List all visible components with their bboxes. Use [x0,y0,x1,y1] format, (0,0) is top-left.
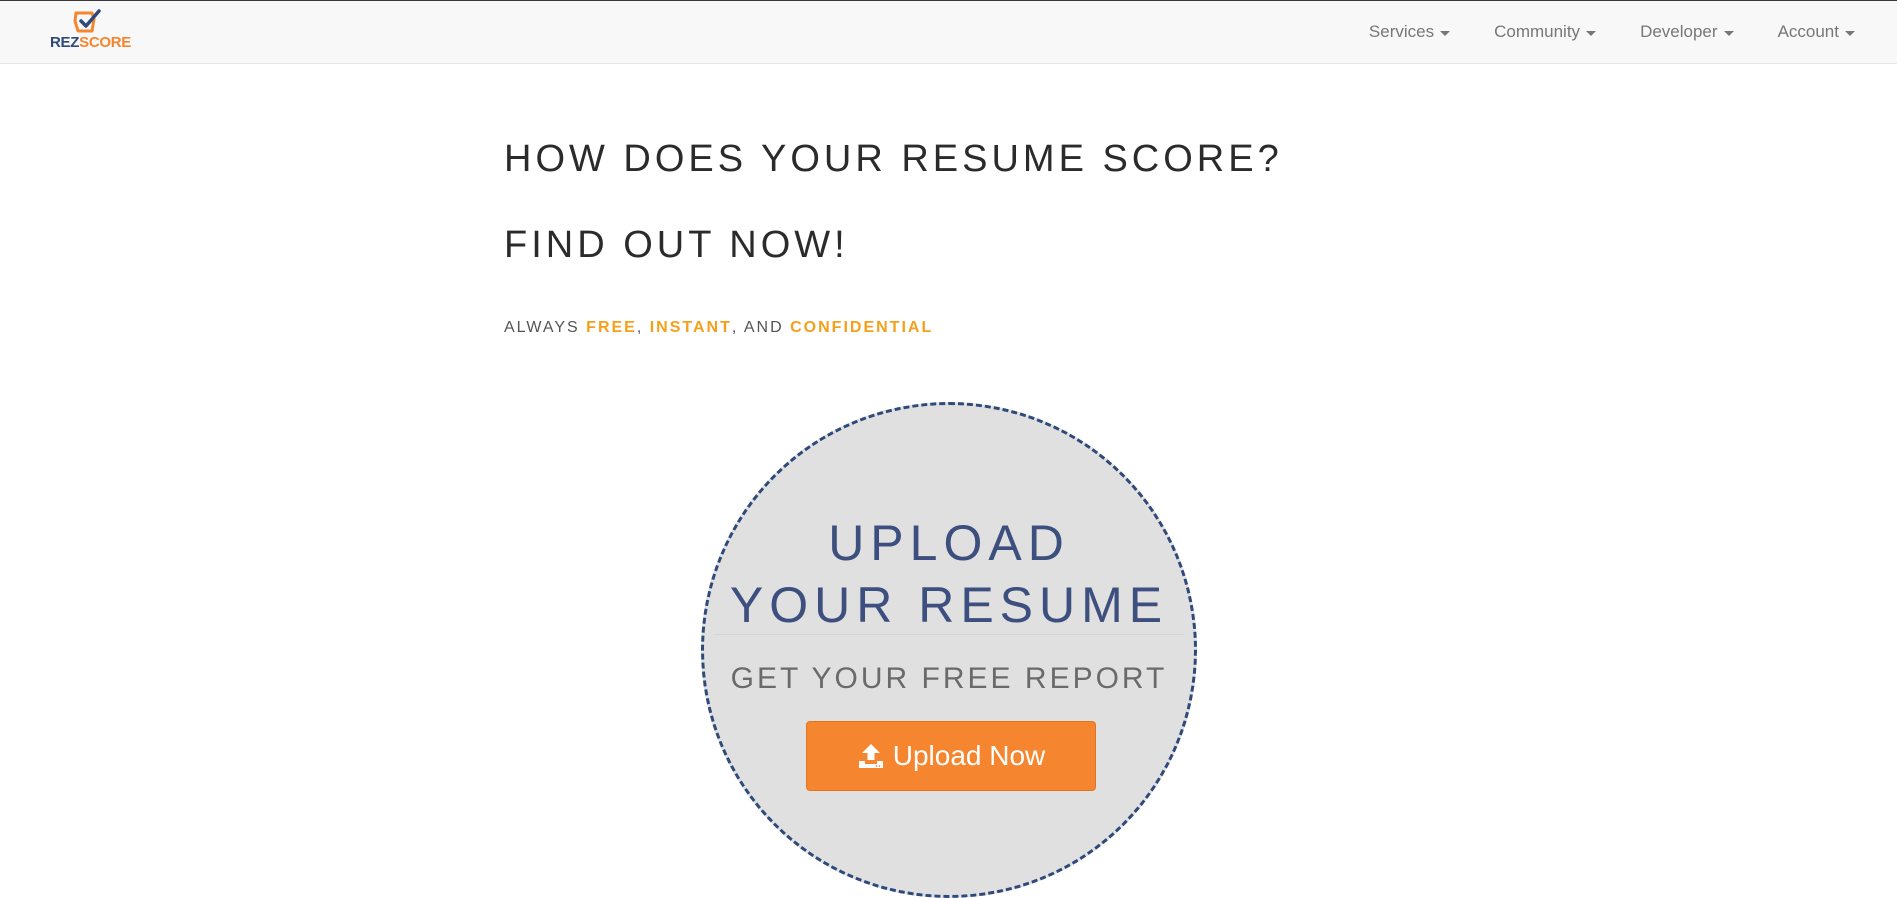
upload-subtitle: GET YOUR FREE REPORT [730,662,1168,695]
tagline-prefix: ALWAYS [504,319,587,336]
nav-item-label: Community [1494,22,1581,41]
upload-icon [858,744,883,768]
nav-item-label: Services [1368,22,1435,41]
upload-now-button[interactable]: Upload Now [806,721,1096,791]
caret-down-icon [1845,30,1855,36]
upload-divider [714,634,1184,635]
upload-now-label: Upload Now [892,740,1046,771]
tagline-separator: , [636,319,650,336]
nav-item-services[interactable]: Services [1347,22,1472,42]
headline-question: HOW DOES YOUR RESUME SCORE? [504,138,1283,180]
upload-title-line-1: UPLOAD [828,515,1070,571]
brand-name-part2: SCORE [79,34,131,51]
caret-down-icon [1586,30,1597,36]
nav-item-community[interactable]: Community [1472,22,1618,42]
tagline-instant: INSTANT [649,319,732,336]
tagline-confidential: CONFIDENTIAL [790,319,934,336]
caret-down-icon [1723,30,1734,36]
headline-call-to-action: FIND OUT NOW! [504,224,849,266]
nav-item-label: Account [1777,22,1839,41]
caret-down-icon [1440,30,1451,36]
brand-logo[interactable]: REZSCORE [50,9,131,55]
tagline: ALWAYS FREE, INSTANT, AND CONFIDENTIAL [504,319,933,337]
nav-menu: Services Community Developer Account [1347,1,1877,63]
top-navbar: REZSCORE Services Community Developer Ac… [0,0,1897,64]
checkmark-box-icon [73,9,101,33]
brand-name: REZSCORE [50,34,131,51]
brand-name-part1: REZ [50,34,80,51]
nav-item-account[interactable]: Account [1756,22,1877,42]
upload-title-line-2: YOUR RESUME [729,577,1169,633]
tagline-separator: , AND [731,319,791,336]
nav-item-label: Developer [1640,22,1718,41]
upload-drop-zone[interactable]: UPLOAD YOUR RESUME GET YOUR FREE REPORT … [701,402,1197,898]
nav-item-developer[interactable]: Developer [1618,22,1756,42]
tagline-free: FREE [586,319,637,336]
